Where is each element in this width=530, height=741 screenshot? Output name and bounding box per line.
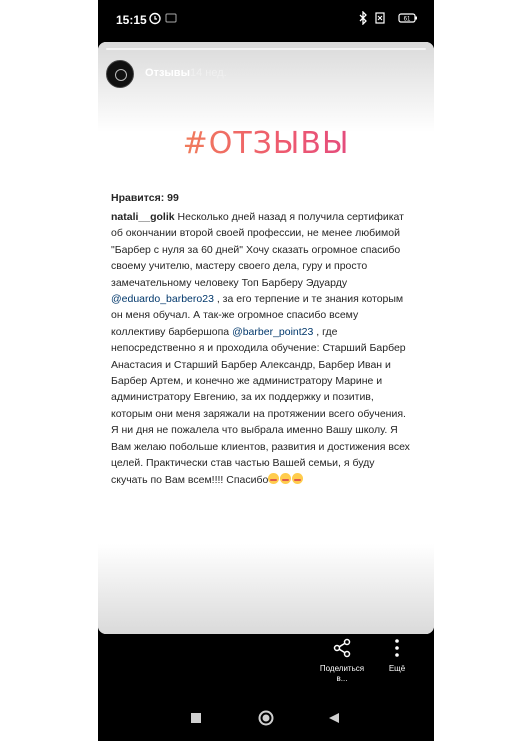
story-top-shade [98, 42, 434, 132]
more-button[interactable]: Ещё [382, 638, 412, 674]
home-circle-icon[interactable] [258, 710, 274, 726]
post-caption: natali__golik Несколько дней назад я пол… [111, 209, 411, 488]
story-bottom-shade [98, 544, 434, 634]
recents-square-icon[interactable] [190, 712, 202, 724]
story-progress-bar [106, 48, 426, 50]
share-icon [333, 638, 351, 658]
status-time: 15:15 [116, 13, 147, 27]
share-button[interactable]: Поделиться в... [314, 638, 370, 684]
phone-screen: 15:15 61 Отзывы 14 нед. #ОТЗЫВЫ Нравится… [98, 0, 434, 741]
share-label: Поделиться в... [319, 664, 365, 683]
mention-link[interactable]: @eduardo_barbero23 [111, 293, 214, 305]
story-avatar[interactable] [106, 60, 134, 88]
bluetooth-icon [359, 11, 367, 25]
story-username[interactable]: Отзывы [145, 67, 190, 79]
alarm-icon [149, 12, 161, 25]
caption-text-3: , где непосредственно я и проходила обуч… [111, 325, 410, 486]
mention-link[interactable]: @barber_point23 [232, 326, 313, 338]
more-vertical-icon [395, 639, 399, 657]
story-hashtag: #ОТЗЫВЫ [98, 126, 434, 161]
status-bar: 15:15 61 [98, 0, 434, 40]
battery-level: 61 [404, 17, 411, 23]
story-actions: Поделиться в... Ещё [98, 634, 434, 694]
likes-count: Нравится: 99 [111, 192, 179, 204]
emoji-icon [268, 472, 280, 484]
more-label: Ещё [388, 664, 406, 673]
back-triangle-icon[interactable] [328, 712, 340, 724]
signal-x-icon [375, 12, 385, 24]
caption-author[interactable]: natali__golik [111, 211, 175, 223]
battery-icon: 61 [398, 13, 417, 23]
emoji-icon [280, 472, 292, 484]
system-nav-bar [98, 696, 434, 741]
story-time-ago: 14 нед. [190, 67, 227, 79]
emoji-icon [292, 472, 304, 484]
notification-icon [165, 13, 177, 23]
story-card[interactable]: Отзывы 14 нед. #ОТЗЫВЫ Нравится: 99 nata… [98, 42, 434, 634]
